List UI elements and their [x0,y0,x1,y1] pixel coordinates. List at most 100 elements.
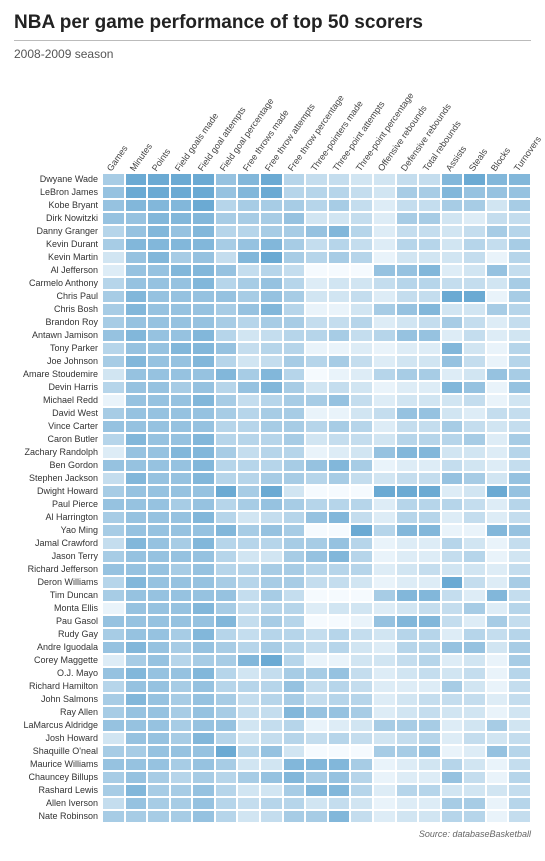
heatmap-cell [396,589,419,602]
heatmap-cell [396,628,419,641]
heatmap-cell [283,394,306,407]
heatmap-cell [463,550,486,563]
heatmap-cell [418,693,441,706]
heatmap-cell [418,251,441,264]
heatmap-cell [350,641,373,654]
heatmap-cell [350,693,373,706]
heatmap-cell [283,680,306,693]
heatmap-cell [125,758,148,771]
heatmap-cell [373,212,396,225]
heatmap-cell [508,511,531,524]
heatmap-cell [305,537,328,550]
heatmap-cell [260,563,283,576]
heatmap-cell [125,589,148,602]
heatmap-cell [305,602,328,615]
heatmap-cell [396,498,419,511]
heatmap-cell [486,186,509,199]
heatmap-cell [373,407,396,420]
heatmap-cell [441,264,464,277]
heatmap-cell [102,511,125,524]
heatmap-cell [125,472,148,485]
heatmap-cell [283,251,306,264]
heatmap-cell [441,810,464,823]
heatmap-cell [125,628,148,641]
heatmap-cell [350,563,373,576]
heatmap-cell [260,472,283,485]
heatmap-cell [192,251,215,264]
heatmap-cell [237,797,260,810]
heatmap-cell [418,615,441,628]
heatmap-cell [328,628,351,641]
row-label: Kobe Bryant [14,199,102,212]
heatmap-cell [328,641,351,654]
heatmap-cell [125,407,148,420]
heatmap-cell [192,550,215,563]
heatmap-cell [441,381,464,394]
heatmap-cell [396,732,419,745]
heatmap-cell [418,329,441,342]
heatmap-cell [463,381,486,394]
heatmap-cell [215,433,238,446]
heatmap-cell [147,602,170,615]
heatmap-cell [508,199,531,212]
heatmap-cell [486,251,509,264]
heatmap-cell [125,771,148,784]
heatmap-cell [102,459,125,472]
heatmap-cell [305,758,328,771]
heatmap-cell [102,758,125,771]
heatmap-cell [396,654,419,667]
row-label: Carmelo Anthony [14,277,102,290]
heatmap-cell [125,511,148,524]
column-header: Turnovers [512,134,543,173]
heatmap-cell [486,173,509,186]
heatmap-cell [463,771,486,784]
heatmap-cell [508,264,531,277]
heatmap-cell [396,576,419,589]
heatmap-cell [486,602,509,615]
heatmap-cell [328,784,351,797]
heatmap-cell [350,212,373,225]
column-headers: GamesMinutesPointsField goals madeField … [102,81,531,173]
heatmap-cell [305,329,328,342]
heatmap-cell [441,459,464,472]
heatmap-cell [125,303,148,316]
column-header: Assists [444,144,469,173]
heatmap-cell [283,758,306,771]
heatmap-cell [170,524,193,537]
heatmap-cell [170,589,193,602]
heatmap-cell [328,394,351,407]
heatmap-cell [463,342,486,355]
heatmap-cell [486,524,509,537]
heatmap-cell [486,719,509,732]
row-label: Chauncey Billups [14,771,102,784]
heatmap-cell [441,212,464,225]
heatmap-cell [463,420,486,433]
heatmap-cell [463,212,486,225]
heatmap-cell [170,654,193,667]
heatmap-cell [328,719,351,732]
heatmap-cell [396,550,419,563]
heatmap-cell [373,316,396,329]
heatmap-cell [396,537,419,550]
heatmap-cell [441,446,464,459]
row-label: LeBron James [14,186,102,199]
heatmap-cell [486,368,509,381]
heatmap-cell [418,472,441,485]
row-label: Ben Gordon [14,459,102,472]
row-label: John Salmons [14,693,102,706]
heatmap-cell [486,485,509,498]
heatmap-cell [463,797,486,810]
heatmap-cell [305,225,328,238]
heatmap-cell [125,394,148,407]
heatmap-cell [486,589,509,602]
heatmap-cell [418,810,441,823]
heatmap-cell [396,303,419,316]
heatmap-cell [147,329,170,342]
heatmap-cell [215,407,238,420]
heatmap-cell [215,667,238,680]
heatmap-cell [441,745,464,758]
heatmap-cell [192,628,215,641]
heatmap-cell [125,706,148,719]
heatmap-cell [305,810,328,823]
heatmap-cell [305,472,328,485]
